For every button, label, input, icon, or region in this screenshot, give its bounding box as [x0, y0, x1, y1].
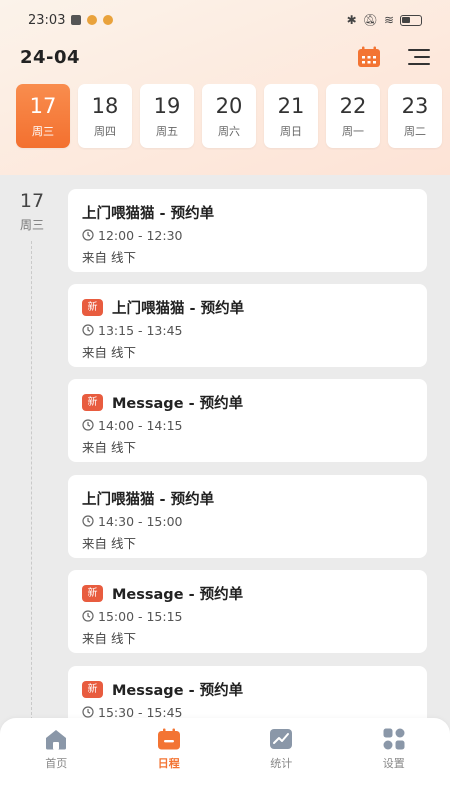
appointment-time-row: 13:15 - 13:45 [82, 321, 413, 339]
date-card-23[interactable]: 23 周二 [388, 84, 442, 148]
appointment-title: 上门喂猫猫 - 预约单 [82, 491, 215, 508]
appointment-title: Message - 预约单 [112, 682, 244, 699]
appointment-card[interactable]: 新 Message - 预约单 15:00 - 15:15 来自 线下 [68, 570, 427, 653]
date-weekday: 周六 [218, 124, 240, 138]
battery-icon [400, 14, 422, 26]
tab-label: 首页 [45, 757, 68, 770]
appointment-time: 13:15 - 13:45 [98, 322, 183, 338]
status-right: ✱ 🔕︎ ≋ [347, 13, 422, 27]
upload-notification-icon [71, 15, 82, 25]
date-day: 18 [91, 93, 119, 118]
appointment-title: 上门喂猫猫 - 预约单 [82, 205, 215, 222]
date-day: 19 [153, 93, 181, 118]
appointment-time-row: 14:30 - 15:00 [82, 512, 413, 530]
appointment-time: 15:00 - 15:15 [98, 608, 183, 624]
appointment-title-row: 新 上门喂猫猫 - 预约单 [82, 296, 413, 318]
mute-icon: 🔕︎ [362, 13, 378, 27]
appointment-title: Message - 预约单 [112, 395, 244, 412]
tab-stats[interactable]: 统计 [241, 727, 321, 800]
date-day: 17 [29, 93, 57, 118]
new-badge: 新 [82, 680, 103, 698]
date-day: 22 [339, 93, 367, 118]
appointment-title-row: 上门喂猫猫 - 预约单 [82, 487, 413, 509]
clock-icon [82, 610, 94, 622]
calendar-picker-button[interactable] [356, 44, 382, 70]
date-weekday: 周五 [156, 124, 178, 138]
bottom-tab-bar: 首页 日程 统计 设置 [0, 718, 450, 800]
appointment-title-row: 上门喂猫猫 - 预约单 [82, 201, 413, 223]
date-weekday: 周一 [342, 124, 364, 138]
appointment-source: 来自 线下 [82, 250, 136, 265]
bluetooth-icon: ✱ [346, 13, 357, 27]
appointment-title-row: 新 Message - 预约单 [82, 678, 413, 700]
date-card-20[interactable]: 20 周六 [202, 84, 256, 148]
menu-button[interactable] [406, 44, 432, 70]
status-bar: 23:03 ✱ 🔕︎ ≋ [0, 0, 450, 40]
appointment-time: 12:00 - 12:30 [98, 227, 183, 243]
timeline-day: 17 [19, 190, 45, 212]
appointment-card[interactable]: 新 上门喂猫猫 - 预约单 13:15 - 13:45 来自 线下 [68, 284, 427, 367]
appointment-title-row: 新 Message - 预约单 [82, 582, 413, 604]
timeline-line [31, 241, 32, 725]
timeline-weekday: 周三 [19, 218, 44, 232]
tab-label: 设置 [382, 757, 405, 770]
appointment-card[interactable]: 新 Message - 预约单 14:00 - 14:15 来自 线下 [68, 379, 427, 462]
tab-schedule[interactable]: 日程 [129, 727, 209, 800]
appointment-title-row: 新 Message - 预约单 [82, 391, 413, 413]
date-card-21[interactable]: 21 周日 [264, 84, 318, 148]
home-icon [43, 727, 69, 751]
calendar-icon [358, 46, 380, 67]
status-time: 23:03 [28, 12, 66, 28]
header-actions [356, 44, 432, 70]
appointment-time: 14:00 - 14:15 [98, 417, 183, 433]
new-badge: 新 [82, 393, 103, 411]
date-day: 20 [215, 93, 243, 118]
tab-home[interactable]: 首页 [16, 727, 96, 800]
new-badge: 新 [82, 584, 103, 602]
date-weekday: 周三 [32, 124, 54, 138]
settings-icon [381, 727, 407, 751]
tab-label: 统计 [270, 757, 293, 770]
appointment-title: Message - 预约单 [112, 586, 244, 603]
appointment-time-row: 15:00 - 15:15 [82, 607, 413, 625]
clock-icon [82, 229, 94, 241]
appointment-time-row: 12:00 - 12:30 [82, 226, 413, 244]
appointment-source: 来自 线下 [82, 536, 136, 551]
date-day: 21 [277, 93, 305, 118]
new-badge: 新 [82, 298, 103, 316]
appointment-time: 14:30 - 15:00 [98, 513, 183, 529]
status-left: 23:03 [28, 12, 114, 28]
tab-settings[interactable]: 设置 [354, 727, 434, 800]
appointment-card[interactable]: 上门喂猫猫 - 预约单 14:30 - 15:00 来自 线下 [68, 475, 427, 558]
clock-icon [82, 515, 94, 527]
appointment-card[interactable]: 上门喂猫猫 - 预约单 12:00 - 12:30 来自 线下 [68, 189, 427, 272]
date-strip: 17 周三 18 周四 19 周五 20 周六 21 周日 22 周一 23 周… [16, 84, 450, 150]
clock-icon [82, 706, 94, 718]
date-weekday: 周二 [404, 124, 426, 138]
header: 24-04 [0, 40, 450, 74]
appointment-source: 来自 线下 [82, 440, 136, 455]
appointment-source: 来自 线下 [82, 631, 136, 646]
date-weekday: 周四 [94, 124, 116, 138]
app-notification-icon [87, 15, 98, 25]
appointment-source: 来自 线下 [82, 345, 136, 360]
appointment-title: 上门喂猫猫 - 预约单 [112, 300, 245, 317]
date-card-18[interactable]: 18 周四 [78, 84, 132, 148]
appointment-time-row: 14:00 - 14:15 [82, 416, 413, 434]
stats-icon [268, 727, 294, 751]
clock-icon [82, 324, 94, 336]
date-day: 23 [401, 93, 429, 118]
date-card-19[interactable]: 19 周五 [140, 84, 194, 148]
tab-label: 日程 [157, 757, 180, 770]
date-card-17[interactable]: 17 周三 [16, 84, 70, 148]
timeline: 17 周三 [0, 185, 64, 725]
menu-icon [408, 49, 430, 65]
date-card-22[interactable]: 22 周一 [326, 84, 380, 148]
calendar-icon [156, 727, 182, 751]
date-weekday: 周日 [280, 124, 302, 138]
page-title: 24-04 [20, 46, 81, 68]
app-notification-icon-2 [103, 15, 114, 25]
wifi-icon: ≋ [383, 13, 394, 27]
clock-icon [82, 419, 94, 431]
